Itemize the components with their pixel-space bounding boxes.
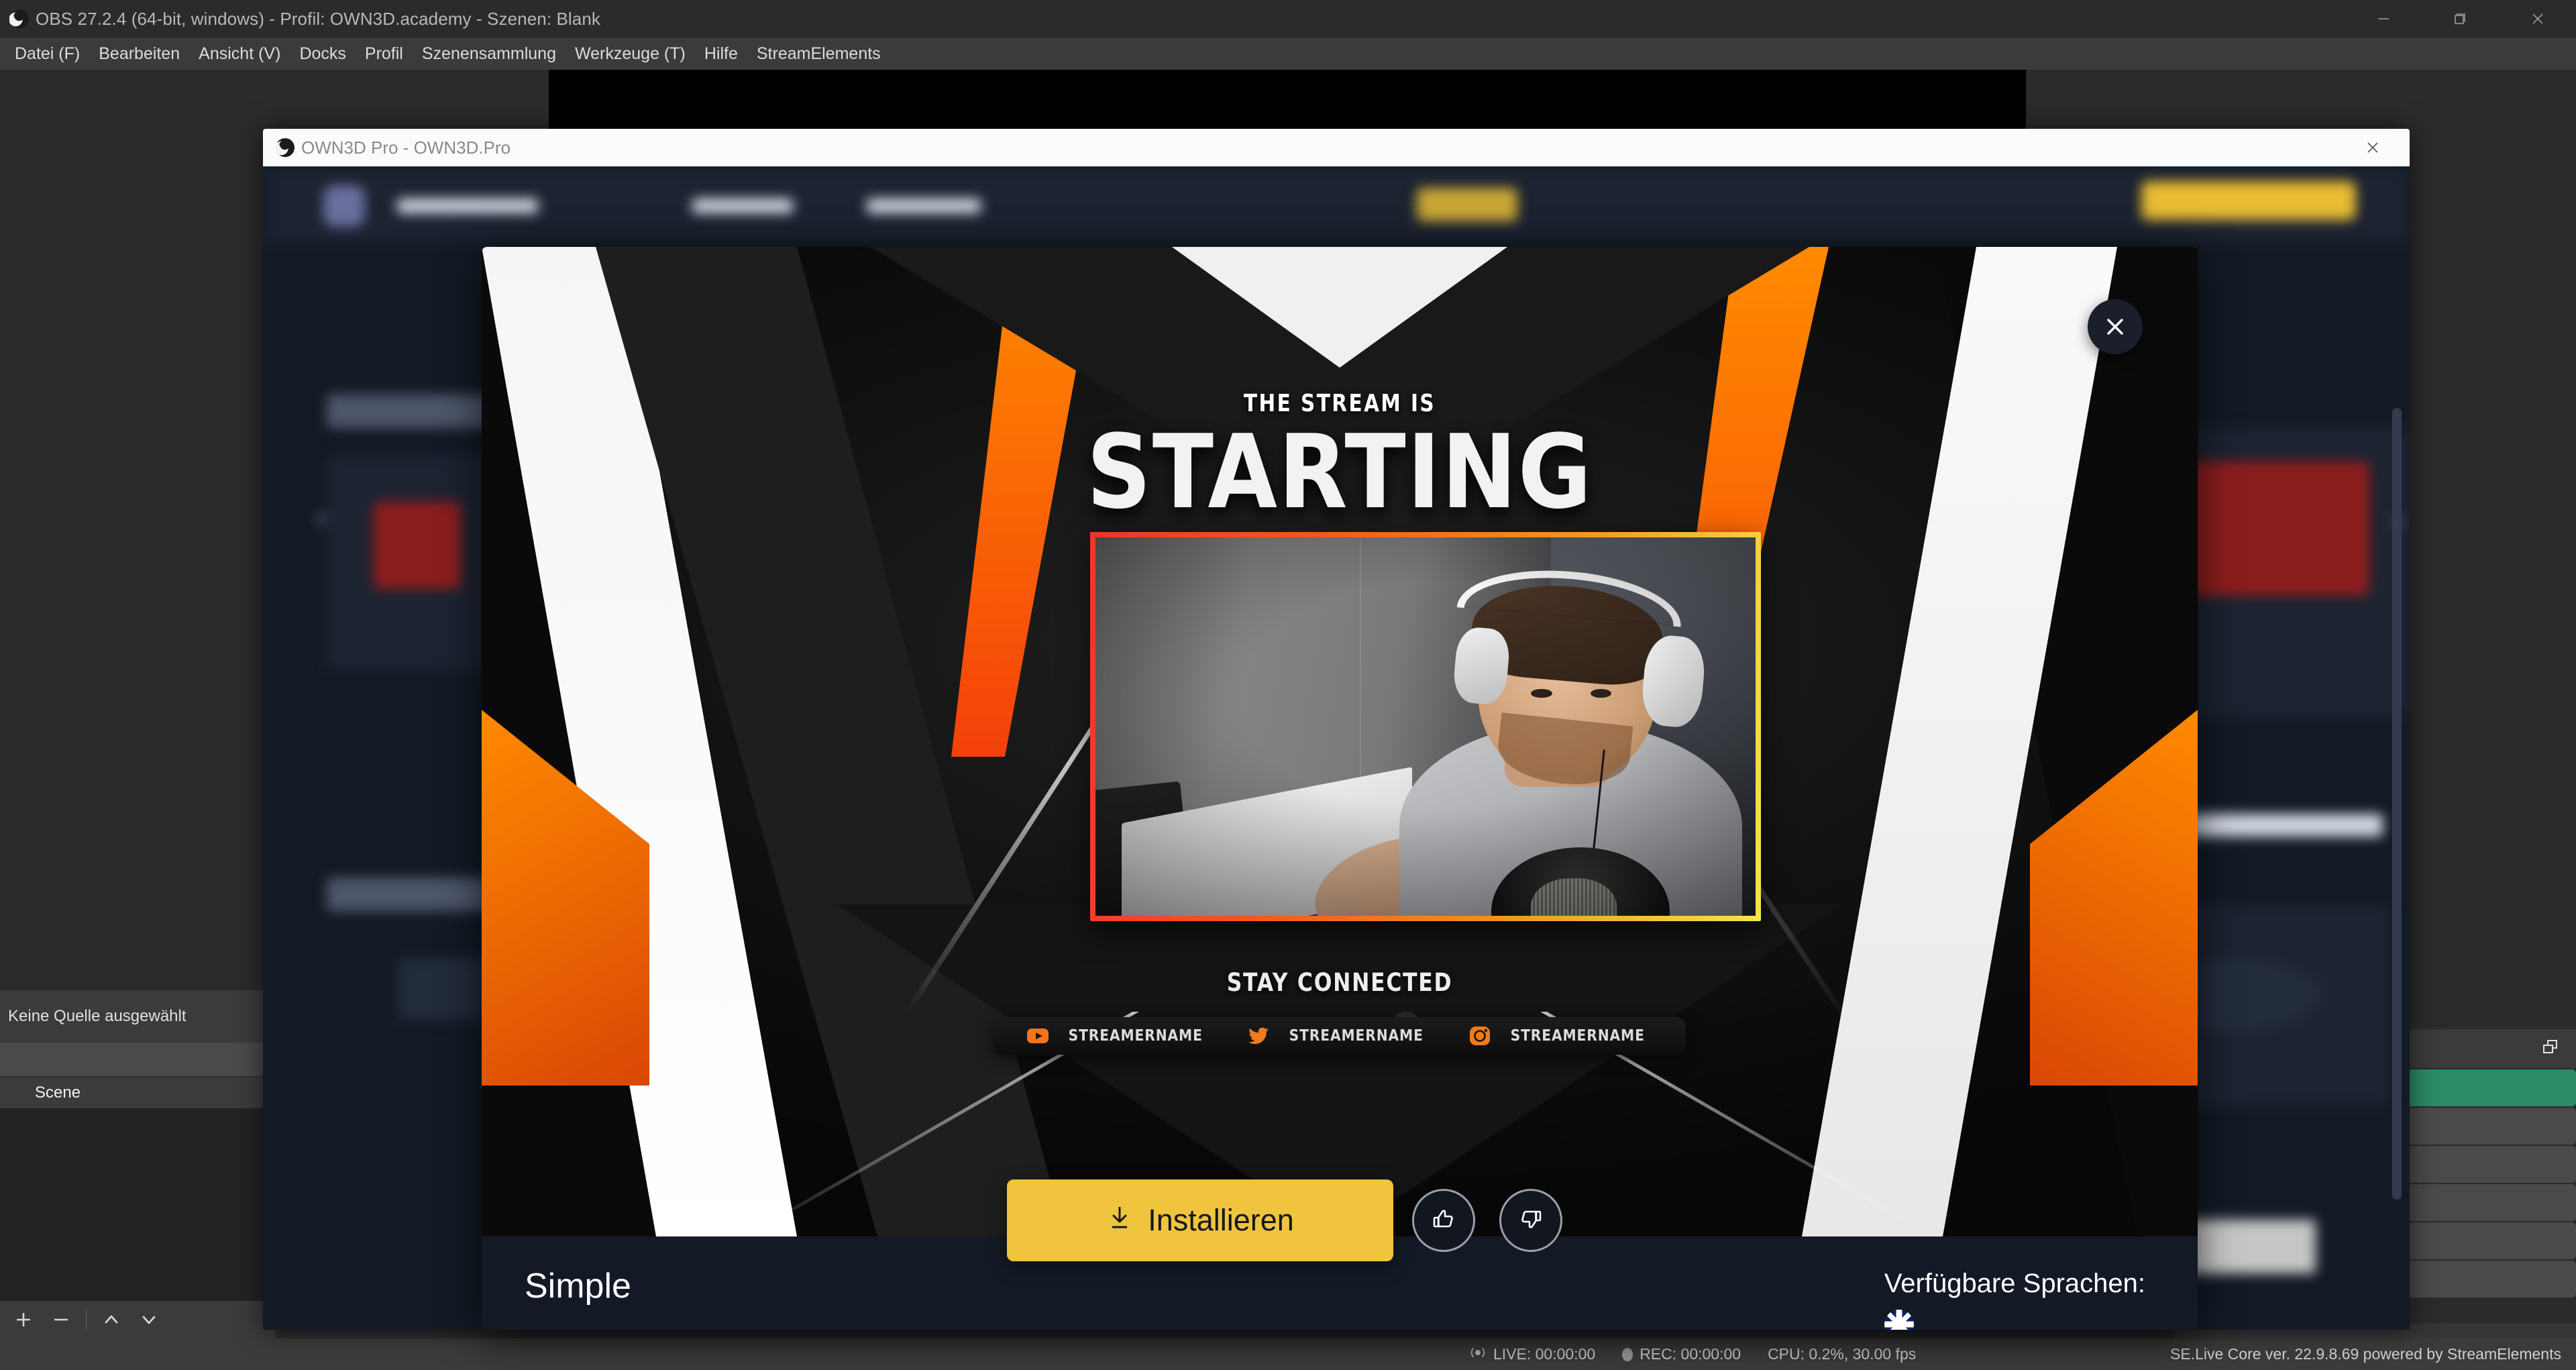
cpu-status: CPU: 0.2%, 30.00 fps [1768,1345,1916,1363]
maximize-icon[interactable] [2422,0,2499,38]
download-icon [1106,1203,1133,1239]
modal-close-button[interactable] [2088,299,2143,354]
menu-item-werkzeuge[interactable]: Werkzeuge (T) [566,40,695,68]
menu-item-szenensammlung[interactable]: Szenensammlung [413,40,566,68]
stay-connected-title: STAY CONNECTED [1226,968,1453,997]
own3d-topbar [263,166,2410,244]
minimize-icon[interactable] [2345,0,2422,38]
overlay-heading: STARTING [1086,413,1593,531]
record-dot-icon [1622,1347,1633,1361]
chevron-up-icon[interactable] [95,1304,128,1335]
social-name: STREAMERNAME [1510,1027,1645,1045]
webcam-frame [1090,532,1761,921]
own3d-titlebar: OWN3D Pro - OWN3D.Pro [263,129,2410,166]
menu-item-datei[interactable]: Datei (F) [5,40,89,68]
like-button[interactable] [1412,1189,1475,1252]
instagram-icon [1468,1024,1492,1048]
topbar-chip [867,199,981,213]
stay-connected-group: STAY CONNECTED STREAMERNAME STREAMERNAME… [482,968,2198,1055]
topbar-chip [692,199,793,213]
obs-logo-icon [9,9,30,29]
toolbar-divider [86,1310,87,1330]
popout-dock-icon[interactable] [2540,1037,2560,1061]
webcam-vignette [1095,537,1756,916]
social-name: STREAMERNAME [1068,1027,1203,1045]
menu-item-docks[interactable]: Docks [290,40,355,68]
scene-list-item[interactable]: Scene [0,1076,274,1108]
thumbs-up-icon [1429,1204,1458,1237]
live-status: LIVE: 00:00:00 [1469,1345,1595,1364]
overlay-preview-image: THE STREAM IS STARTING STAY CONNECTED ST… [482,247,2198,1236]
chevron-down-icon[interactable] [132,1304,166,1335]
topbar-cta [2141,181,2356,220]
obs-window-controls [2345,0,2576,38]
plus-icon[interactable] [7,1304,40,1335]
menu-item-ansicht[interactable]: Ansicht (V) [189,40,290,68]
youtube-icon [1026,1024,1050,1048]
social-youtube: STREAMERNAME [1008,1024,1229,1048]
webcam-image [1095,537,1756,916]
page-scrollbar[interactable] [2392,408,2402,1200]
own3d-app-icon [275,138,295,158]
thumbs-down-icon [1516,1204,1546,1237]
obs-menubar: Datei (F) Bearbeiten Ansicht (V) Docks P… [0,38,2576,70]
no-source-selected-label: Keine Quelle ausgewählt [0,990,275,1043]
social-name: STREAMERNAME [1289,1027,1424,1045]
obs-statusbar: LIVE: 00:00:00 REC: 00:00:00 CPU: 0.2%, … [0,1338,2576,1370]
se-version-text: SE.Live Core ver. 22.9.8.69 powered by S… [2170,1345,2561,1363]
card-thumb [2168,462,2369,596]
overlay-headline-group: THE STREAM IS STARTING [482,247,2198,523]
card-thumb [374,502,461,589]
install-button-label: Installieren [1148,1203,1294,1237]
install-button[interactable]: Installieren [1007,1179,1393,1261]
chevron-left-icon[interactable]: ‹ [315,498,325,535]
menu-item-profil[interactable]: Profil [356,40,413,68]
rec-status: REC: 00:00:00 [1622,1345,1741,1363]
social-bar: STREAMERNAME STREAMERNAME STREAMERNAME [993,1017,1686,1055]
social-twitter: STREAMERNAME [1229,1024,1450,1048]
own3d-title-text: OWN3D Pro - OWN3D.Pro [301,137,511,158]
close-icon[interactable] [2499,0,2576,38]
obs-sources-dock: Keine Quelle ausgewählt Scene [0,70,275,1338]
overlay-artwork: THE STREAM IS STARTING STAY CONNECTED ST… [482,247,2198,1236]
twitter-icon [1246,1024,1271,1048]
menu-item-bearbeiten[interactable]: Bearbeiten [89,40,189,68]
cpu-text: CPU: 0.2%, 30.00 fps [1768,1345,1917,1363]
minus-icon[interactable] [44,1304,78,1335]
own3d-close-icon[interactable] [2336,129,2410,166]
avatar [323,185,365,227]
rec-time: REC: 00:00:00 [1640,1345,1741,1363]
social-instagram: STREAMERNAME [1450,1024,1671,1048]
live-time: LIVE: 00:00:00 [1493,1345,1596,1363]
menu-item-hilfe[interactable]: Hilfe [695,40,747,68]
obs-title-text: OBS 27.2.4 (64-bit, windows) - Profil: O… [36,8,601,29]
sources-toolbar-strip [0,1043,275,1076]
dislike-button[interactable] [1499,1189,1562,1252]
broadcast-icon [1469,1345,1487,1364]
sources-list-empty [0,1108,275,1301]
overlay-detail-modal: THE STREAM IS STARTING STAY CONNECTED ST… [482,247,2198,1330]
topbar-chip [397,199,538,213]
obs-titlebar: OBS 27.2.4 (64-bit, windows) - Profil: O… [0,0,2576,38]
status-items: LIVE: 00:00:00 REC: 00:00:00 CPU: 0.2%, … [1469,1345,1943,1364]
modal-action-bar: Installieren [482,1179,2198,1330]
menu-item-streamelements[interactable]: StreamElements [747,40,890,68]
topbar-badge [1417,188,1517,221]
scene-toolbar [0,1301,275,1338]
